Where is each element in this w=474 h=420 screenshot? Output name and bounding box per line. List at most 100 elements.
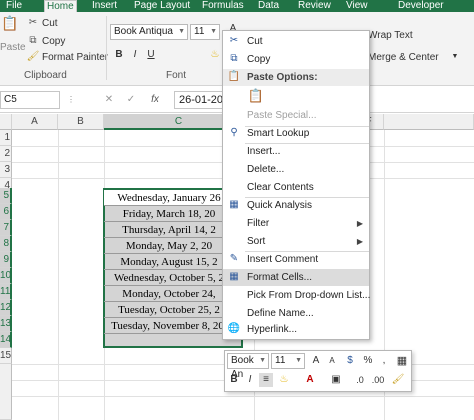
enter-icon[interactable]: ✓ bbox=[124, 93, 138, 107]
name-box[interactable]: C5 bbox=[0, 91, 60, 109]
column-header-g[interactable] bbox=[384, 114, 474, 130]
chevron-down-icon: ▼ bbox=[210, 28, 217, 35]
table-cell[interactable]: Friday, March 18, 20 bbox=[104, 206, 234, 222]
menu-item-pick-dropdown[interactable]: Pick From Drop-down List... bbox=[223, 287, 371, 304]
fill-color-icon[interactable]: ♨ bbox=[277, 373, 291, 387]
row-header[interactable]: 8 bbox=[0, 236, 12, 252]
tab-review[interactable]: Review bbox=[296, 0, 333, 12]
row-header[interactable]: 11 bbox=[0, 284, 12, 300]
menu-item-insert[interactable]: Insert... bbox=[223, 143, 369, 160]
italic-icon[interactable]: I bbox=[243, 373, 257, 387]
fill-color-icon[interactable]: ♨ bbox=[208, 48, 222, 62]
tab-developer[interactable]: Developer bbox=[396, 0, 446, 12]
table-format-icon[interactable]: ▦ bbox=[395, 354, 409, 368]
menu-item-format-cells[interactable]: ▦ Format Cells... bbox=[223, 269, 369, 286]
row-header[interactable]: 14 bbox=[0, 332, 12, 348]
tab-page-layout[interactable]: Page Layout bbox=[132, 0, 192, 12]
paste-button-label[interactable]: Paste bbox=[0, 42, 26, 53]
tab-view[interactable]: View bbox=[344, 0, 370, 12]
table-cell[interactable]: Tuesday, October 25, 2 bbox=[104, 302, 234, 318]
format-painter-button[interactable]: Format Painter bbox=[42, 52, 108, 63]
chevron-down-icon[interactable]: ▼ bbox=[448, 50, 462, 64]
row-header[interactable]: 6 bbox=[0, 204, 12, 220]
wrap-text-button[interactable]: Wrap Text bbox=[368, 30, 413, 41]
menu-item-filter[interactable]: Filter ▶ bbox=[223, 215, 369, 232]
menu-item-label: Quick Analysis bbox=[247, 200, 313, 211]
row-header[interactable]: 5 bbox=[0, 188, 12, 204]
row-header[interactable]: 15 bbox=[0, 348, 12, 364]
menu-item-hyperlink[interactable]: 🌐 Hyperlink... bbox=[223, 321, 369, 338]
menu-item-smart-lookup[interactable]: ⚲ Smart Lookup bbox=[223, 125, 369, 142]
scissors-icon[interactable]: ✂ bbox=[26, 16, 40, 30]
paste-icon[interactable]: 📋 bbox=[0, 16, 20, 42]
menu-item-delete[interactable]: Delete... bbox=[223, 161, 369, 178]
align-center-icon[interactable]: ≡ bbox=[259, 373, 273, 387]
comment-icon: ✎ bbox=[229, 253, 239, 264]
table-cell[interactable]: Monday, October 24, bbox=[104, 286, 234, 302]
menu-item-clear-contents[interactable]: Clear Contents bbox=[223, 179, 369, 196]
font-name-value: Book Antiqua bbox=[114, 26, 173, 37]
menu-item-quick-analysis[interactable]: ▦ Quick Analysis bbox=[223, 197, 369, 214]
cut-button[interactable]: Cut bbox=[42, 18, 58, 29]
table-cell[interactable]: Wednesday, October 5, 2 bbox=[104, 270, 234, 286]
row-header[interactable]: 12 bbox=[0, 300, 12, 316]
select-all-corner[interactable] bbox=[0, 114, 12, 130]
menu-item-insert-comment[interactable]: ✎ Insert Comment bbox=[223, 251, 369, 268]
row-header[interactable]: 9 bbox=[0, 252, 12, 268]
paste-option-icon[interactable]: 📋 bbox=[247, 89, 265, 107]
mini-toolbar: Book An ▼ 11 ▼ A A $ % , ▦ B I ≡ ♨ A ▣ .… bbox=[224, 350, 412, 392]
percent-icon[interactable]: % bbox=[361, 354, 375, 368]
row-header[interactable]: 10 bbox=[0, 268, 12, 284]
tab-formulas[interactable]: Formulas bbox=[200, 0, 246, 12]
chevron-right-icon: ▶ bbox=[356, 237, 363, 246]
table-cell[interactable]: Thursday, April 14, 2 bbox=[104, 222, 234, 238]
currency-icon[interactable]: $ bbox=[343, 354, 357, 368]
menu-item-cut[interactable]: ✂ Cut bbox=[223, 33, 369, 50]
font-name-combo[interactable]: Book Antiqua ▼ bbox=[110, 24, 188, 40]
decrease-font-icon[interactable]: A bbox=[325, 354, 339, 368]
font-size-combo[interactable]: 11 ▼ bbox=[190, 24, 220, 40]
tab-insert[interactable]: Insert bbox=[90, 0, 119, 12]
menu-item-define-name[interactable]: Define Name... bbox=[223, 305, 369, 322]
decrease-decimal-icon[interactable]: .0 bbox=[353, 373, 367, 387]
comma-style-icon[interactable]: , bbox=[377, 354, 391, 368]
format-painter-icon[interactable]: 🖌 bbox=[26, 50, 40, 64]
tab-data[interactable]: Data bbox=[256, 0, 281, 12]
underline-icon[interactable]: U bbox=[144, 48, 158, 62]
menu-item-sort[interactable]: Sort ▶ bbox=[223, 233, 369, 250]
row-header-filler bbox=[0, 364, 12, 420]
menu-item-label: Pick From Drop-down List... bbox=[247, 290, 371, 301]
table-cell[interactable]: Monday, May 2, 20 bbox=[104, 238, 234, 254]
row-header[interactable]: 3 bbox=[0, 162, 12, 178]
column-header-b[interactable]: B bbox=[58, 114, 104, 130]
name-box-dropdown-icon[interactable]: ⋮ bbox=[64, 93, 78, 107]
tab-file[interactable]: File bbox=[4, 0, 24, 12]
mini-size-combo[interactable]: 11 ▼ bbox=[271, 353, 305, 369]
borders-icon[interactable]: ▣ bbox=[329, 373, 343, 387]
column-header-a[interactable]: A bbox=[12, 114, 58, 130]
table-cell[interactable]: Monday, August 15, 2 bbox=[104, 254, 234, 270]
bold-icon[interactable]: B bbox=[227, 373, 241, 387]
bold-icon[interactable]: B bbox=[112, 48, 126, 62]
row-header[interactable]: 2 bbox=[0, 146, 12, 162]
row-header[interactable]: 1 bbox=[0, 130, 12, 146]
menu-item-copy[interactable]: ⧉ Copy bbox=[223, 51, 369, 68]
row-header[interactable]: 13 bbox=[0, 316, 12, 332]
format-painter-icon[interactable]: 🖌 bbox=[391, 373, 405, 387]
italic-icon[interactable]: I bbox=[128, 48, 142, 62]
copy-icon[interactable]: ⧉ bbox=[26, 34, 40, 48]
formula-controls: ✕ ✓ fx bbox=[92, 91, 174, 109]
chevron-down-icon: ▼ bbox=[295, 357, 302, 364]
cancel-icon[interactable]: ✕ bbox=[102, 93, 116, 107]
font-color-icon[interactable]: A bbox=[303, 373, 317, 387]
row-header[interactable]: 7 bbox=[0, 220, 12, 236]
mini-font-combo[interactable]: Book An ▼ bbox=[227, 353, 269, 380]
increase-font-icon[interactable]: A bbox=[309, 354, 323, 368]
menu-item-paste-special[interactable]: Paste Special... bbox=[223, 107, 369, 124]
merge-center-button[interactable]: Merge & Center bbox=[368, 52, 439, 63]
insert-function-icon[interactable]: fx bbox=[148, 93, 162, 107]
copy-button[interactable]: Copy bbox=[42, 36, 65, 47]
increase-decimal-icon[interactable]: .00 bbox=[371, 373, 385, 387]
chevron-right-icon: ▶ bbox=[356, 219, 363, 228]
table-cell[interactable]: Wednesday, January 26 bbox=[104, 190, 234, 206]
